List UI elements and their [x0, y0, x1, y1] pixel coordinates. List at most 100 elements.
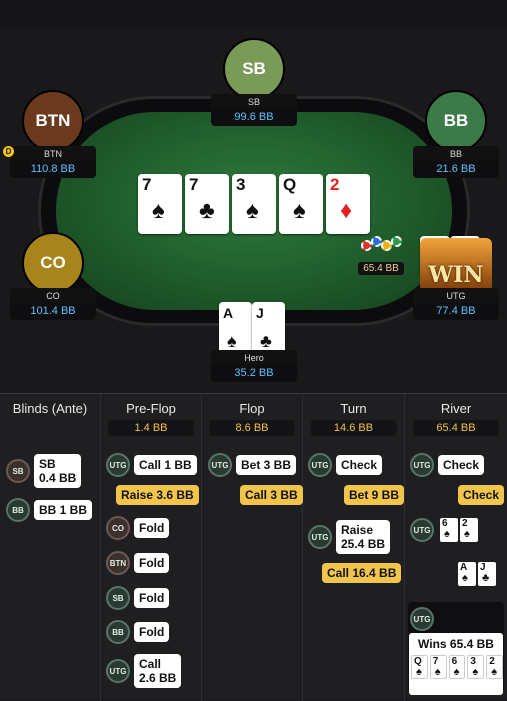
spade-icon: ♠ — [152, 197, 165, 224]
avatar-co: CO — [22, 232, 84, 294]
win-card-1: Q ♠ — [411, 655, 428, 679]
seat-utg[interactable]: UTG 77.4 BB — [413, 288, 499, 320]
seat-stack: 101.4 BB — [10, 303, 96, 320]
card-rank: 2 — [330, 175, 340, 194]
action-label: Call 1 BB — [134, 455, 197, 475]
win-badge: WIN — [420, 238, 492, 292]
card-rank: Q — [283, 175, 297, 194]
column-pot: 65.4 BB — [413, 420, 499, 436]
seat-name: CO — [10, 288, 96, 303]
avatar-bb: BB — [425, 90, 487, 152]
win-card-2: 7 ♠ — [429, 655, 447, 679]
spade-icon: ♠ — [464, 528, 470, 540]
column-title: River — [440, 401, 472, 416]
seat-hero[interactable]: Hero 35.2 BB — [211, 350, 297, 382]
spade-icon: ♠ — [472, 666, 479, 678]
seat-name: UTG — [413, 288, 499, 303]
action-preflop-5[interactable]: SB Fold — [106, 586, 170, 610]
club-icon: ♣ — [482, 572, 490, 584]
action-label: Call 3 BB — [240, 485, 303, 505]
spade-icon: ♠ — [246, 197, 259, 224]
spade-icon: ♠ — [444, 528, 450, 540]
card-rank: 7 — [189, 175, 199, 194]
action-label: Fold — [134, 518, 170, 538]
wins-position: UTG — [410, 607, 434, 631]
column-pot: 8.6 BB — [209, 420, 295, 436]
action-turn-3[interactable]: UTG Raise 25.4 BB — [308, 520, 391, 554]
action-flop-1[interactable]: UTG Bet 3 BB — [208, 453, 297, 477]
win-text: WIN — [428, 262, 484, 288]
card-rank: 7 — [142, 175, 152, 194]
show-card-1: A ♠ — [458, 562, 476, 586]
position-badge: SB — [6, 459, 30, 483]
hero-river-show: A ♠ J ♣ — [456, 562, 496, 586]
seat-bb[interactable]: BB BB 21.6 BB — [413, 90, 499, 178]
board-card-2: 7 ♣ — [185, 174, 229, 234]
column-title: Flop — [239, 401, 265, 416]
action-river-2[interactable]: Check — [454, 485, 505, 505]
seat-sb[interactable]: SB SB 99.6 BB — [211, 38, 297, 126]
nameplate-bb: BB 21.6 BB — [413, 146, 499, 178]
position-badge: UTG — [308, 453, 332, 477]
board-card-1: 7 ♠ — [138, 174, 182, 234]
spade-icon: ♠ — [453, 666, 460, 678]
position-badge: CO — [106, 516, 130, 540]
show-card-2: 2 ♠ — [460, 518, 478, 542]
pot-amount: 65.4 BB — [358, 262, 404, 275]
nameplate-utg: UTG 77.4 BB — [413, 288, 499, 320]
action-blinds-bb[interactable]: BB BB 1 BB — [6, 498, 93, 522]
card-rank: 3 — [236, 175, 246, 194]
seat-name: BB — [413, 146, 499, 161]
action-turn-1[interactable]: UTG Check — [308, 453, 383, 477]
action-label: SB 0.4 BB — [34, 454, 82, 488]
seat-stack: 21.6 BB — [413, 161, 499, 178]
seat-btn[interactable]: BTN BTN 110.8 BB — [10, 90, 96, 178]
action-preflop-1[interactable]: UTG Call 1 BB — [106, 453, 197, 477]
action-blinds-sb[interactable]: SB SB 0.4 BB — [6, 454, 82, 488]
spade-icon: ♠ — [462, 572, 468, 584]
column-pot: 14.6 BB — [310, 420, 397, 436]
position-badge: UTG — [410, 518, 434, 542]
column-header-river: River 65.4 BB — [405, 394, 507, 440]
action-river-3[interactable]: UTG 6 ♠ 2 ♠ — [410, 518, 478, 542]
action-label: Bet 9 BB — [344, 485, 405, 505]
seat-co[interactable]: CO CO 101.4 BB — [10, 232, 96, 320]
seat-stack: 77.4 BB — [413, 303, 499, 320]
action-label: Call 16.4 BB — [322, 563, 402, 583]
show-card-1: 6 ♠ — [440, 518, 458, 542]
position-badge: SB — [106, 586, 130, 610]
win-card-5: 2 ♠ — [486, 655, 503, 679]
action-turn-2[interactable]: Bet 9 BB — [340, 485, 405, 505]
position-badge: BTN — [106, 551, 130, 575]
seat-stack: 35.2 BB — [211, 365, 297, 382]
spade-icon: ♠ — [491, 666, 498, 678]
position-badge: UTG — [208, 453, 232, 477]
column-title: Blinds (Ante) — [12, 401, 88, 416]
action-preflop-4[interactable]: BTN Fold — [106, 551, 170, 575]
position-badge: UTG — [106, 453, 130, 477]
action-label: Raise 3.6 BB — [116, 485, 199, 505]
nameplate-co: CO 101.4 BB — [10, 288, 96, 320]
action-label: Check — [336, 455, 383, 475]
action-label: Check — [458, 485, 505, 505]
action-turn-4[interactable]: Call 16.4 BB — [318, 563, 402, 583]
board-card-3: 3 ♠ — [232, 174, 276, 234]
dealer-button-icon: D — [3, 146, 14, 157]
action-label: Check — [438, 455, 485, 475]
spade-icon: ♠ — [434, 666, 441, 678]
action-preflop-3[interactable]: CO Fold — [106, 516, 170, 540]
column-flop — [202, 440, 303, 701]
hero-card-2: J ♣ — [252, 302, 285, 354]
action-preflop-6[interactable]: BB Fold — [106, 620, 170, 644]
column-header-turn: Turn 14.6 BB — [303, 394, 405, 440]
action-label: Raise 25.4 BB — [336, 520, 391, 554]
action-preflop-2[interactable]: Raise 3.6 BB — [112, 485, 199, 505]
spade-icon: ♠ — [293, 197, 306, 224]
action-river-1[interactable]: UTG Check — [410, 453, 485, 477]
action-preflop-7[interactable]: UTG Call 2.6 BB — [106, 654, 182, 688]
hero-card-1: A ♠ — [219, 302, 252, 354]
column-header-blinds: Blinds (Ante) — [0, 394, 101, 440]
position-badge: BB — [106, 620, 130, 644]
action-label: Call 2.6 BB — [134, 654, 182, 688]
action-flop-2[interactable]: Call 3 BB — [236, 485, 303, 505]
